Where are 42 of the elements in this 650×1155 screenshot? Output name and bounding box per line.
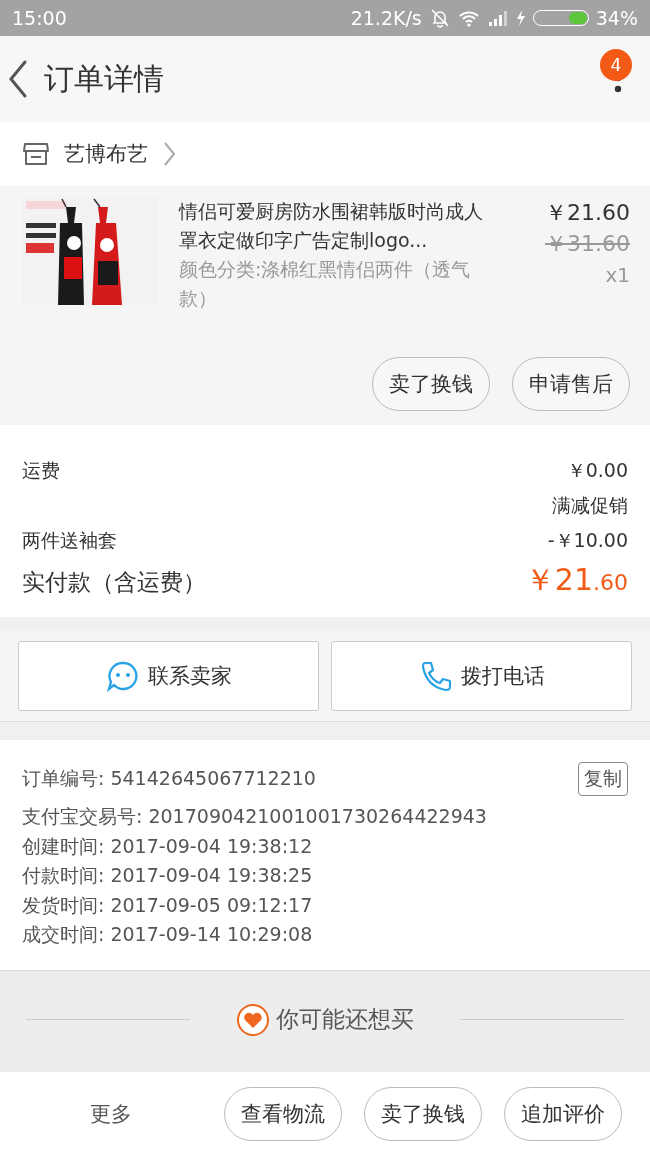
action-button[interactable]: 追加评价 xyxy=(504,1086,622,1141)
fee-label: 两件送袖套 xyxy=(22,528,117,553)
contact-seller-button[interactable]: 联系卖家 xyxy=(18,641,319,711)
signal-icon xyxy=(486,9,509,27)
total-label: 实付款（含运费） xyxy=(22,568,206,597)
call-button[interactable]: 拨打电话 xyxy=(331,641,632,711)
fee-label: 运费 xyxy=(22,458,60,483)
action-button[interactable]: 申请售后 xyxy=(512,357,630,411)
network-speed: 21.2K/s xyxy=(350,7,422,29)
shop-row[interactable]: 艺博布艺 xyxy=(0,122,650,187)
product-title[interactable]: 情侣可爱厨房防水围裙韩版时尚成人罩衣定做印字广告定制logo... xyxy=(179,197,499,255)
muted-bell-icon xyxy=(428,7,451,29)
order-info-text: 付款时间: 2017-09-04 19:38:25 xyxy=(22,863,313,888)
wifi-icon xyxy=(457,9,480,27)
fee-value: ￥0.00 xyxy=(566,458,628,483)
copy-button[interactable]: 复制 xyxy=(578,762,628,796)
order-info-text: 创建时间: 2017-09-04 19:38:12 xyxy=(22,833,313,859)
store-icon xyxy=(22,141,50,167)
charging-icon xyxy=(515,9,526,27)
notification-badge: 4 xyxy=(600,49,632,81)
fee-value: -￥10.00 xyxy=(547,528,628,553)
more-link[interactable]: 更多 xyxy=(90,1099,132,1128)
action-button[interactable]: 查看物流 xyxy=(224,1086,342,1141)
clock-time: 15:00 xyxy=(12,7,67,29)
quantity: x1 xyxy=(604,262,630,289)
order-info-text: 成交时间: 2017-09-14 10:29:08 xyxy=(22,922,313,947)
order-info-text: 支付宝交易号: 2017090421001001730264422943 xyxy=(22,804,487,829)
section-title: 你可能还想买 xyxy=(276,1005,414,1034)
action-button[interactable]: 卖了换钱 xyxy=(372,357,490,411)
chevron-right-icon xyxy=(162,141,176,167)
order-info-text: 发货时间: 2017-09-05 09:12:17 xyxy=(22,892,313,918)
chat-face-icon xyxy=(105,660,140,692)
battery-percent: 34% xyxy=(595,7,638,29)
product-variant: 颜色分类:涤棉红黑情侣两件（透气款） xyxy=(179,257,472,311)
order-info-text: 订单编号: 54142645067712210 xyxy=(22,766,316,792)
shop-name: 艺博布艺 xyxy=(64,141,148,168)
fee-value: 满减促销 xyxy=(552,493,628,518)
page-title: 订单详情 xyxy=(44,59,165,98)
action-button[interactable]: 卖了换钱 xyxy=(364,1086,482,1141)
product-price: ￥21.60 xyxy=(544,199,630,227)
original-price: ￥31.60 xyxy=(544,230,630,258)
total-amount: ￥21.60 xyxy=(524,561,628,599)
